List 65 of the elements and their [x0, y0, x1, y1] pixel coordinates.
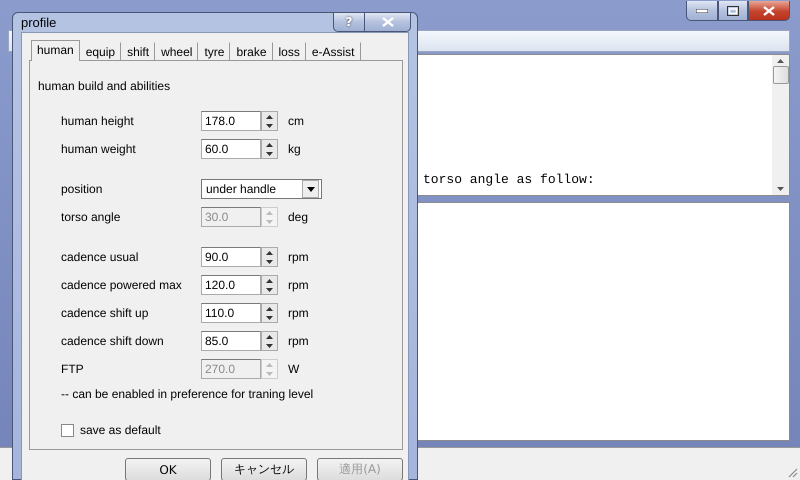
number-field[interactable]: 178.0: [201, 111, 261, 131]
minimize-icon: [696, 8, 708, 12]
log-text: torso angle as follow:: [423, 172, 595, 187]
close-button[interactable]: [365, 13, 411, 32]
resize-grip-icon[interactable]: [786, 466, 798, 478]
up-arrow-icon[interactable]: [266, 250, 273, 254]
field-label: position: [61, 182, 104, 196]
down-arrow-icon[interactable]: [266, 124, 273, 128]
down-arrow-icon[interactable]: [266, 344, 273, 348]
up-arrow-icon[interactable]: [266, 278, 273, 282]
close-icon: [382, 17, 394, 27]
unit-label: rpm: [288, 306, 309, 320]
spin-button[interactable]: [261, 139, 278, 159]
number-field[interactable]: 90.0: [201, 247, 261, 267]
down-arrow-icon[interactable]: [777, 187, 784, 191]
dialog-title: profile: [21, 15, 56, 30]
unit-label: deg: [288, 210, 308, 224]
down-arrow-icon[interactable]: [266, 316, 273, 320]
down-arrow-icon[interactable]: [266, 152, 273, 156]
spin-button[interactable]: [261, 275, 278, 295]
spin-button[interactable]: [261, 331, 278, 351]
down-arrow-icon[interactable]: [266, 288, 273, 292]
field-label: cadence usual: [61, 250, 140, 264]
number-field[interactable]: 120.0: [201, 275, 261, 295]
spin-button[interactable]: [261, 303, 278, 323]
up-arrow-icon[interactable]: [266, 334, 273, 338]
checkbox[interactable]: [61, 424, 74, 436]
field-label: FTP: [61, 362, 85, 376]
minimize-button[interactable]: [686, 1, 718, 21]
field-label: cadence shift down: [61, 334, 165, 348]
unit-label: kg: [288, 142, 301, 156]
field-label: human weight: [61, 142, 137, 156]
number-field[interactable]: 85.0: [201, 331, 261, 351]
unit-label: rpm: [288, 278, 309, 292]
maximize-button[interactable]: [718, 1, 748, 21]
spin-button[interactable]: [261, 247, 278, 267]
number-field[interactable]: 60.0: [201, 139, 261, 159]
field-label: torso angle: [61, 210, 122, 224]
close-icon: [763, 6, 775, 16]
unit-label: rpm: [288, 250, 309, 264]
scrollbar[interactable]: [772, 55, 789, 195]
section-title: human build and abilities: [38, 79, 172, 93]
checkbox-label: save as default: [80, 423, 161, 437]
dialog-button[interactable]: キャンセル: [221, 458, 307, 480]
scroll-thumb[interactable]: [772, 66, 788, 84]
close-button[interactable]: [748, 1, 790, 21]
down-arrow-icon[interactable]: [266, 260, 273, 264]
dialog-button[interactable]: OK: [125, 458, 211, 480]
number-field[interactable]: 110.0: [201, 303, 261, 323]
unit-label: cm: [288, 114, 304, 128]
position-dropdown[interactable]: under handle: [201, 179, 322, 199]
spin-button[interactable]: [261, 111, 278, 131]
up-arrow-icon[interactable]: [266, 306, 273, 310]
tab[interactable]: human: [31, 40, 80, 61]
field-label: cadence shift up: [61, 306, 150, 320]
dropdown-arrow-icon: [306, 186, 314, 192]
maximize-icon: [727, 6, 739, 16]
note-text: -- can be enabled in preference for traning level: [60, 387, 314, 401]
up-arrow-icon[interactable]: [266, 114, 273, 118]
field-label: human height: [61, 114, 135, 128]
up-arrow-icon[interactable]: [266, 142, 273, 146]
unit-label: W: [288, 362, 300, 376]
up-arrow-icon[interactable]: [777, 59, 784, 63]
field-label: cadence powered max: [61, 278, 183, 292]
unit-label: rpm: [288, 334, 309, 348]
